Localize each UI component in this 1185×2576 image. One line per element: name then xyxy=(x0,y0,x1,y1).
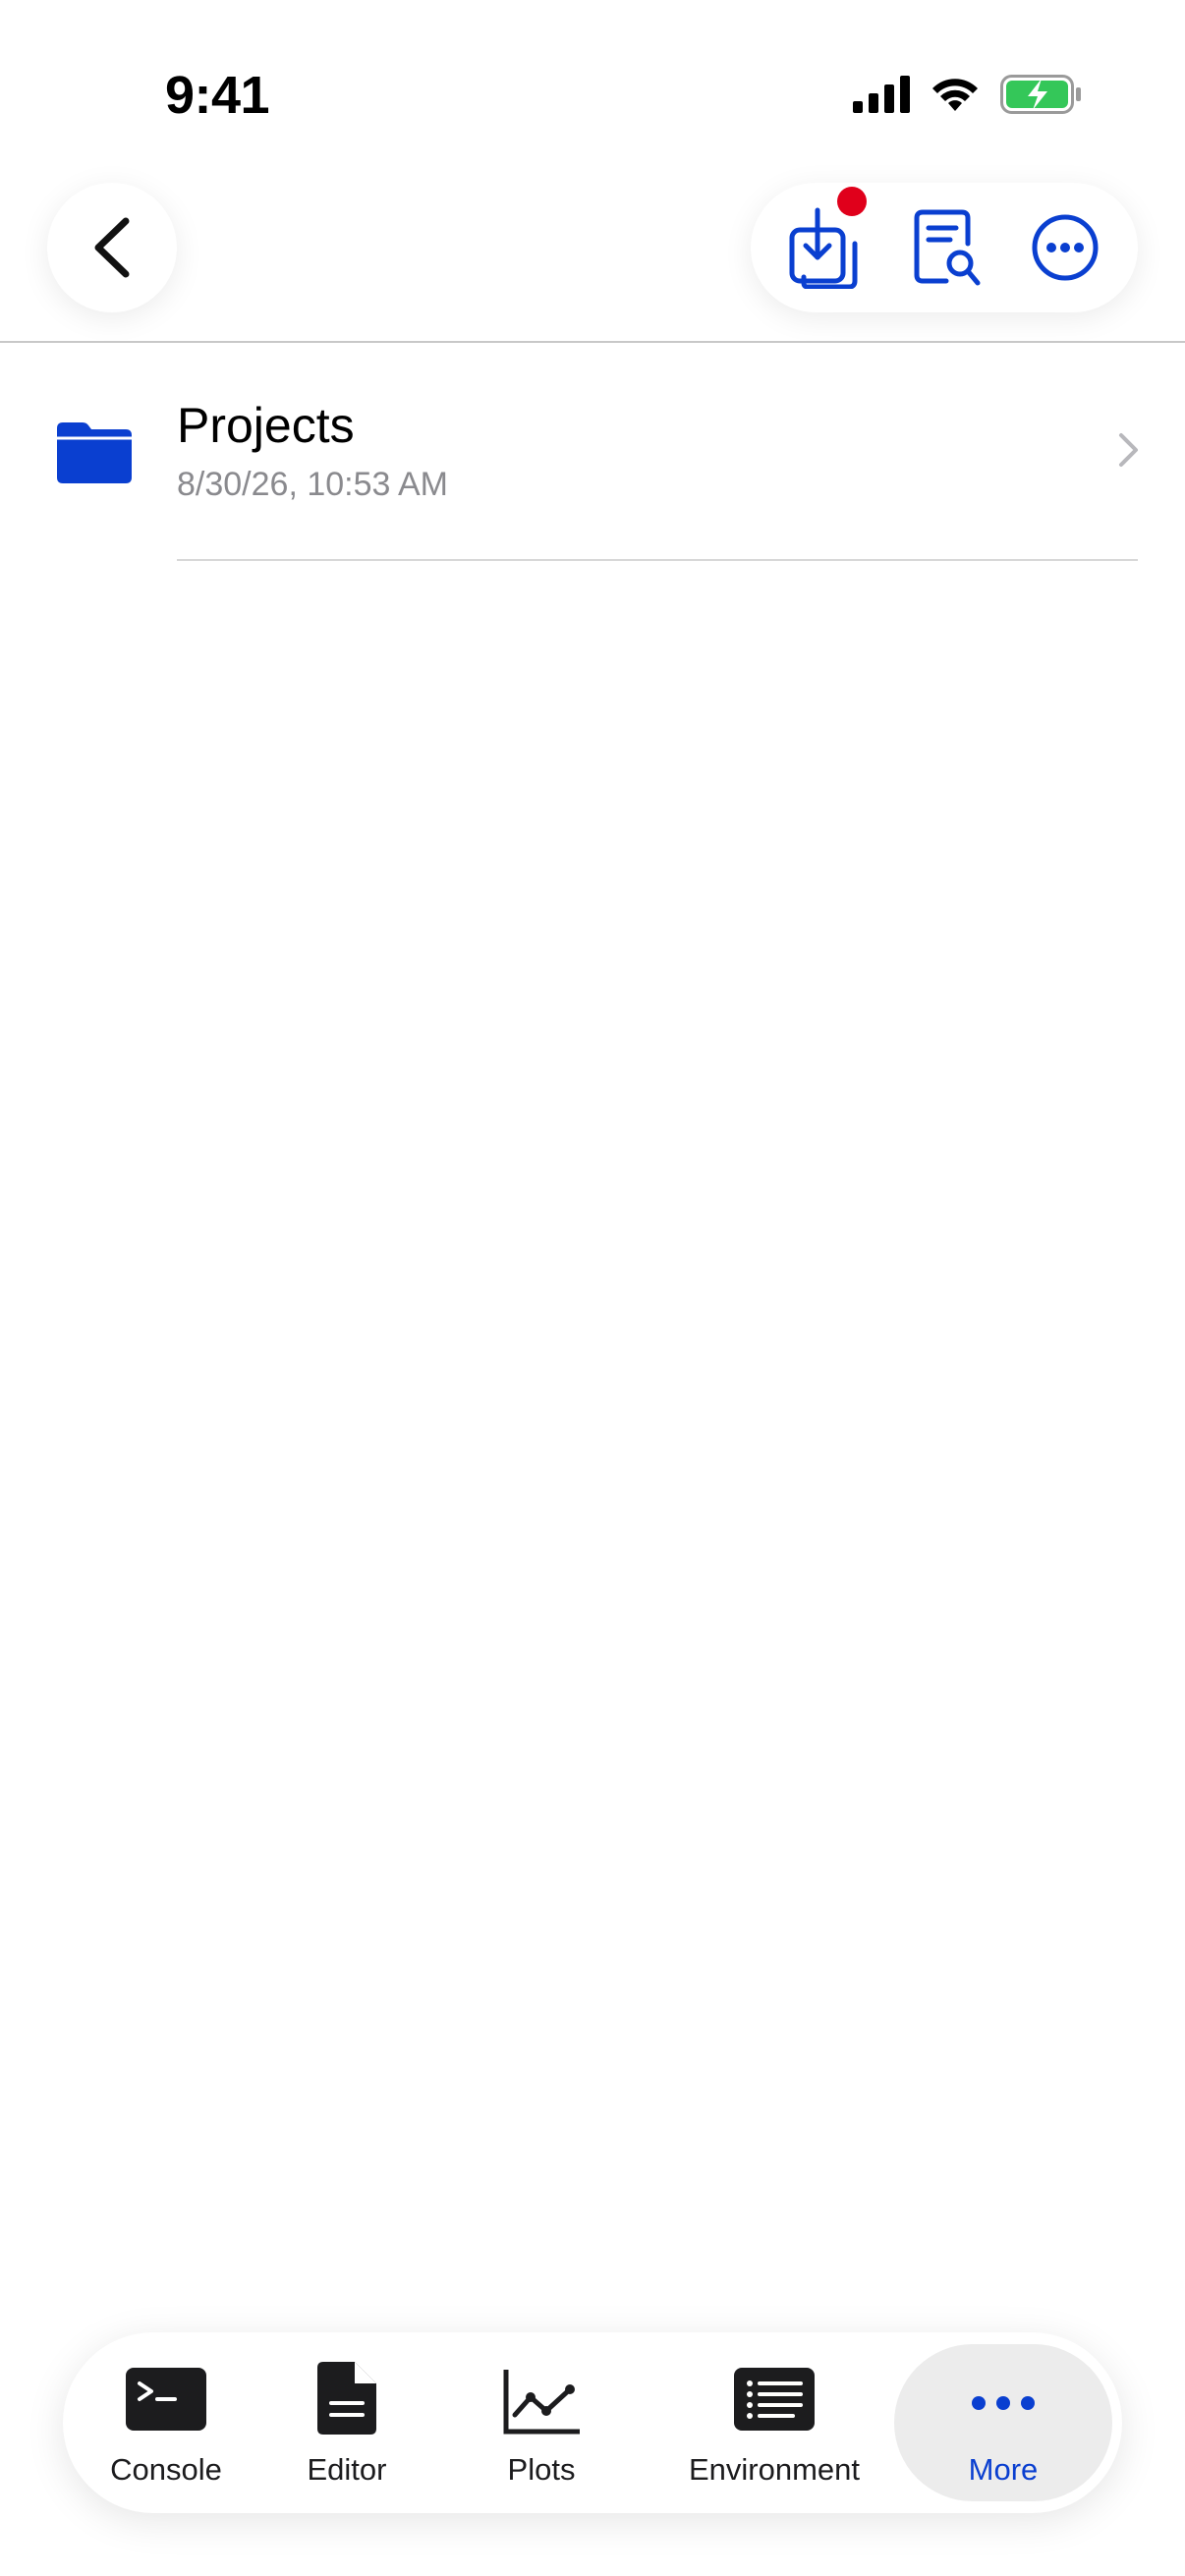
back-button[interactable] xyxy=(47,183,177,312)
terminal-icon xyxy=(126,2368,206,2431)
tab-plots[interactable]: Plots xyxy=(480,2332,603,2513)
tab-label: Environment xyxy=(688,2452,861,2487)
status-time: 9:41 xyxy=(165,66,270,125)
tab-label: Editor xyxy=(307,2452,387,2487)
more-options-button[interactable] xyxy=(1014,196,1116,299)
status-icons xyxy=(853,75,1083,114)
download-icon xyxy=(789,207,858,289)
tab-editor[interactable]: Editor xyxy=(293,2332,401,2513)
chevron-right-icon xyxy=(1119,433,1138,467)
wifi-icon xyxy=(932,79,978,111)
tab-console[interactable]: Console xyxy=(94,2332,238,2513)
tab-environment[interactable]: Environment xyxy=(682,2332,867,2513)
ellipsis-icon xyxy=(972,2396,1035,2410)
battery-charging-icon xyxy=(1000,75,1081,114)
notification-badge xyxy=(837,187,867,216)
list-icon xyxy=(734,2368,815,2431)
document-search-icon xyxy=(914,209,981,286)
file-name: Projects xyxy=(177,398,355,453)
header-divider xyxy=(0,341,1185,343)
download-button[interactable] xyxy=(772,187,875,299)
document-search-button[interactable] xyxy=(896,196,998,299)
row-divider xyxy=(177,559,1138,561)
document-icon xyxy=(317,2362,376,2435)
tab-label: Console xyxy=(110,2452,222,2487)
cellular-signal-icon xyxy=(853,76,910,113)
tab-label: More xyxy=(968,2452,1039,2487)
chevron-left-icon xyxy=(94,217,130,278)
line-chart-icon xyxy=(503,2370,580,2435)
folder-icon xyxy=(57,422,132,483)
tab-more[interactable]: More xyxy=(894,2344,1112,2501)
ellipsis-circle-icon xyxy=(1032,214,1099,281)
file-modified-date: 8/30/26, 10:53 AM xyxy=(177,466,448,503)
tab-bar: Console Editor Plots Environment More xyxy=(63,2332,1122,2513)
toolbar-actions xyxy=(751,183,1138,312)
tab-label: Plots xyxy=(507,2452,576,2487)
